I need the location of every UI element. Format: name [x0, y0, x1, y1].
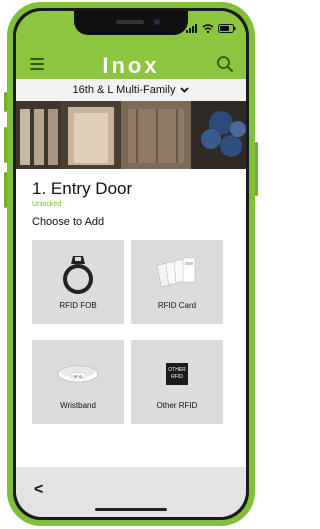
door-title: 1. Entry Door [32, 179, 133, 198]
choose-to-add-heading: Choose to Add [32, 216, 105, 228]
search-icon[interactable] [216, 55, 234, 73]
wristband-icon: RFID [57, 365, 99, 383]
bottom-nav-bar: < [16, 467, 246, 517]
other-rfid-option[interactable]: OTHER RFID Other RFID [131, 340, 223, 424]
tile-label: RFID FOB [59, 301, 97, 310]
mute-switch [4, 92, 7, 112]
chevron-down-icon [180, 85, 190, 96]
app-header: Inox [16, 49, 246, 79]
tile-label: RFID Card [157, 301, 197, 310]
power-button [255, 142, 258, 196]
rfid-fob-option[interactable]: RFID FOB [32, 240, 124, 324]
status-bar [16, 11, 246, 49]
battery-icon [218, 24, 236, 33]
wristband-inner-text: RFID [73, 374, 82, 379]
phone-bezel: Inox 16th & L Multi-Family 1. Entry Door… [13, 8, 249, 520]
wristband-option[interactable]: RFID Wristband [32, 340, 124, 424]
volume-up-button [4, 127, 7, 163]
phone-frame: Inox 16th & L Multi-Family 1. Entry Door… [4, 2, 258, 526]
tile-label: Other RFID [156, 401, 198, 410]
home-indicator [95, 508, 167, 511]
wifi-icon [202, 24, 214, 33]
rfid-card-option[interactable]: RFID Card [131, 240, 223, 324]
app-screen: Inox 16th & L Multi-Family 1. Entry Door… [16, 11, 246, 517]
signal-icon [186, 24, 197, 33]
tile-label: Wristband [60, 401, 96, 410]
rfid-fob-icon [63, 256, 93, 294]
camera-icon [154, 19, 160, 25]
back-icon[interactable]: < [34, 481, 43, 499]
brand-logo: Inox [102, 53, 160, 78]
other-rfid-icon: OTHER RFID [166, 363, 188, 385]
other-rfid-inner-text: OTHER RFID [168, 367, 186, 380]
entry-door-photo [16, 101, 246, 169]
notch [74, 11, 188, 35]
speaker-icon [116, 20, 144, 24]
volume-down-button [4, 172, 7, 208]
property-selector[interactable]: 16th & L Multi-Family [16, 79, 246, 101]
rfid-card-icon [156, 257, 196, 287]
property-name: 16th & L Multi-Family [72, 84, 176, 96]
status-icons [186, 23, 236, 33]
door-status: Unlocked [32, 201, 62, 208]
